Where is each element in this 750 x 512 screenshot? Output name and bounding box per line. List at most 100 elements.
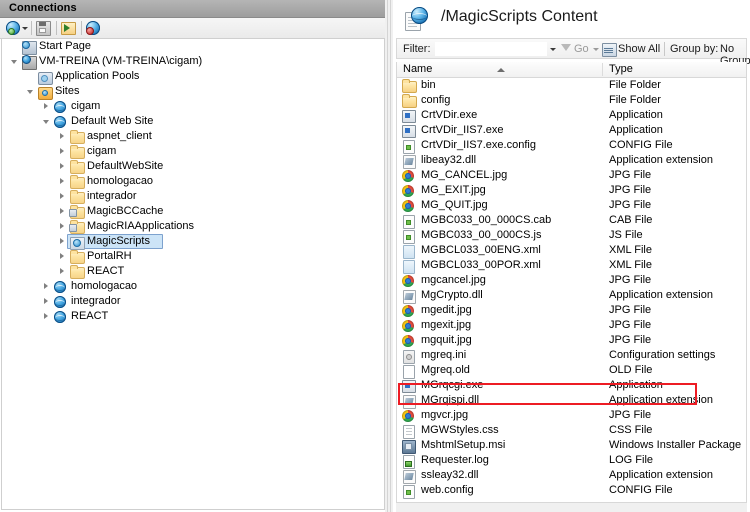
folder-icon [402, 94, 417, 108]
tree-item-label: aspnet_client [87, 130, 152, 142]
chevron-right-icon[interactable] [59, 193, 66, 200]
tree-item-react[interactable]: REACT [2, 309, 384, 324]
file-row[interactable]: MgCrypto.dll Application extension [397, 288, 746, 304]
chevron-right-icon[interactable] [59, 223, 66, 230]
dll-icon-glyph [403, 155, 416, 169]
file-row[interactable]: ssleay32.dll Application extension [397, 468, 746, 484]
go-chevron-down-icon[interactable] [593, 48, 599, 51]
file-row[interactable]: MG_EXIT.jpg JPG File [397, 183, 746, 198]
file-row[interactable]: MshtmlSetup.msi Windows Installer Package [397, 438, 746, 454]
tree-item-integrador[interactable]: integrador [2, 189, 384, 204]
connect-to-site-button[interactable] [61, 20, 77, 36]
tree-item-label: DefaultWebSite [87, 160, 164, 172]
file-name: MG_EXIT.jpg [421, 184, 486, 196]
file-row[interactable]: mgedit.jpg JPG File [397, 303, 746, 318]
chevron-right-icon[interactable] [43, 298, 50, 305]
jpg-icon [402, 184, 416, 197]
pane-splitter[interactable] [385, 0, 393, 512]
chevron-down-icon[interactable] [27, 88, 34, 95]
filter-input[interactable] [435, 42, 547, 56]
tree-item-vm-treina-vm-treina-cigam[interactable]: VM-TREINA (VM-TREINA\cigam) [2, 54, 384, 70]
config-icon-glyph [403, 485, 415, 499]
file-row[interactable]: MGrqcgi.exe Application [397, 378, 746, 393]
website-globe-icon [54, 101, 66, 113]
cab-icon [402, 214, 416, 229]
file-row[interactable]: CrtVDir_IIS7.exe Application [397, 123, 746, 138]
tree-item-cigam[interactable]: cigam [2, 99, 384, 114]
file-row[interactable]: MGBC033_00_000CS.js JS File [397, 228, 746, 244]
tree-item-integrador[interactable]: integrador [2, 294, 384, 309]
disconnect-button[interactable] [86, 20, 104, 36]
file-row[interactable]: MG_CANCEL.jpg JPG File [397, 168, 746, 183]
chevron-right-icon[interactable] [43, 313, 50, 320]
file-row[interactable]: CrtVDir_IIS7.exe.config CONFIG File [397, 138, 746, 154]
funnel-icon [561, 44, 571, 51]
tree-item-homologacao[interactable]: homologacao [2, 174, 384, 189]
tree-item-label: homologacao [71, 280, 138, 292]
chevron-right-icon[interactable] [59, 178, 66, 185]
tree-item-react[interactable]: REACT [2, 264, 384, 279]
chevron-right-icon[interactable] [43, 283, 50, 290]
file-row[interactable]: mgexit.jpg JPG File [397, 318, 746, 333]
tree-item-homologacao[interactable]: homologacao [2, 279, 384, 294]
chevron-right-icon[interactable] [59, 133, 66, 140]
file-row[interactable]: MGWStyles.css CSS File [397, 423, 746, 439]
file-row[interactable]: mgreq.ini Configuration settings [397, 348, 746, 364]
config-icon [402, 484, 416, 499]
column-header-type[interactable]: Type [609, 63, 633, 75]
tree-item-aspnet-client[interactable]: aspnet_client [2, 129, 384, 144]
file-row[interactable]: mgquit.jpg JPG File [397, 333, 746, 348]
exe-icon [402, 124, 416, 138]
chevron-right-icon[interactable] [59, 163, 66, 170]
file-row[interactable]: CrtVDir.exe Application [397, 108, 746, 123]
file-row[interactable]: Mgreq.old OLD File [397, 363, 746, 379]
chevron-right-icon[interactable] [59, 208, 66, 215]
column-divider[interactable] [602, 63, 603, 76]
chevron-down-icon[interactable] [43, 118, 50, 125]
connections-toolbar [0, 18, 385, 39]
tree-item-defaultwebsite[interactable]: DefaultWebSite [2, 159, 384, 174]
xml-icon-glyph [403, 245, 415, 259]
tree-item-label: Default Web Site [71, 115, 154, 127]
file-row[interactable]: mgcancel.jpg JPG File [397, 273, 746, 288]
file-list[interactable]: bin File Folder config File Folder CrtVDir.e… [396, 78, 747, 503]
tree-item-default-web-site[interactable]: Default Web Site [2, 114, 384, 129]
save-connections-button[interactable] [36, 20, 52, 36]
chevron-right-icon[interactable] [59, 148, 66, 155]
cab-icon-glyph [403, 215, 415, 229]
msi-icon [402, 439, 416, 454]
file-row[interactable]: MG_QUIT.jpg JPG File [397, 198, 746, 213]
tree-item-label: Application Pools [55, 70, 140, 82]
tree-item-portalrh[interactable]: PortalRH [2, 249, 384, 264]
go-button[interactable]: Go [574, 43, 589, 55]
file-row[interactable]: MGrqispi.dll Application extension [397, 393, 746, 409]
tree-item-magicscripts[interactable]: MagicScripts [2, 234, 384, 250]
tree-item-start-page[interactable]: Start Page [2, 39, 384, 55]
connections-tree[interactable]: Start Page VM-TREINA (VM-TREINA\cigam) App… [1, 39, 385, 510]
file-row[interactable]: MGBCL033_00ENG.xml XML File [397, 243, 746, 259]
tree-item-cigam[interactable]: cigam [2, 144, 384, 159]
chevron-right-icon[interactable] [59, 268, 66, 275]
chevron-right-icon[interactable] [43, 103, 50, 110]
file-row[interactable]: Requester.log LOG File [397, 453, 746, 469]
file-row[interactable]: MGBCL033_00POR.xml XML File [397, 258, 746, 274]
tree-item-sites[interactable]: Sites [2, 84, 384, 100]
file-type: File Folder [609, 79, 661, 91]
tree-item-magicbccache[interactable]: MagicBCCache [2, 204, 384, 219]
connect-to-server-button[interactable] [6, 20, 28, 36]
filter-separator [664, 42, 665, 56]
tree-item-application-pools[interactable]: Application Pools [2, 69, 384, 85]
file-row[interactable]: config File Folder [397, 93, 746, 108]
filter-chevron-down-icon[interactable] [550, 48, 556, 51]
tree-item-magicriaapplications[interactable]: MagicRIAApplications [2, 219, 384, 234]
chevron-right-icon[interactable] [59, 238, 66, 245]
file-row[interactable]: mgvcr.jpg JPG File [397, 408, 746, 423]
chevron-down-icon[interactable] [11, 58, 18, 65]
file-row[interactable]: bin File Folder [397, 78, 746, 93]
chevron-right-icon[interactable] [59, 253, 66, 260]
show-all-button[interactable]: Show All [618, 43, 660, 55]
file-row[interactable]: libeay32.dll Application extension [397, 153, 746, 169]
file-row[interactable]: MGBC033_00_000CS.cab CAB File [397, 213, 746, 229]
column-header-name[interactable]: Name [403, 63, 432, 75]
file-row[interactable]: web.config CONFIG File [397, 483, 746, 499]
